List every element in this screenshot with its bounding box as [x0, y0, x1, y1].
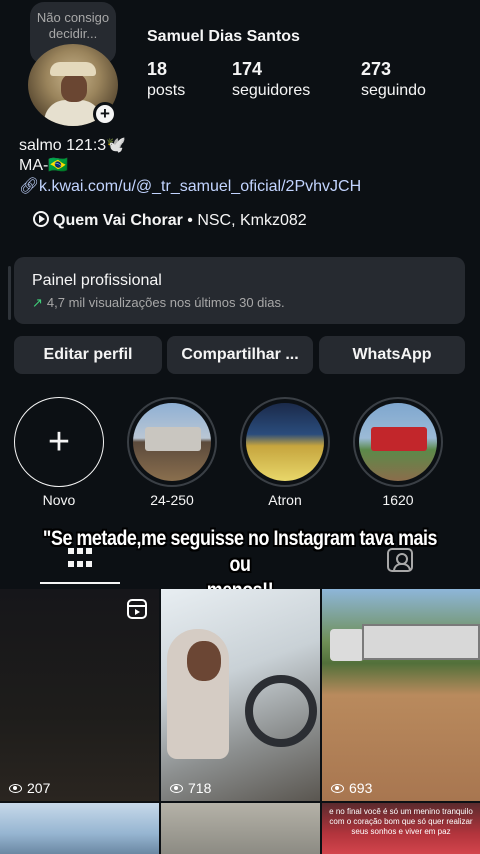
link-icon: 🔗︎ — [19, 178, 40, 195]
add-story-icon[interactable]: + — [93, 102, 117, 126]
caption-line-1: "Se metade,me seguisse no Instagram tava… — [42, 527, 438, 576]
highlight-label: Atron — [268, 492, 302, 508]
followers-count: 174 — [232, 59, 263, 79]
panel-title: Painel profissional — [32, 272, 162, 289]
highlight-label: 24-250 — [150, 492, 194, 508]
eye-icon — [170, 783, 183, 793]
reels-icon — [127, 599, 147, 619]
bio-line-1: salmo 121:3🕊️ — [19, 137, 127, 154]
bio-link-row[interactable]: 🔗︎k.kwai.com/u/@_tr_samuel_oficial/2Pvhv… — [19, 177, 361, 197]
highlight-label: Novo — [42, 492, 76, 508]
bio-line-2: MA-🇧🇷 — [19, 157, 69, 174]
whatsapp-button[interactable]: WhatsApp — [319, 336, 465, 374]
eye-icon — [331, 783, 344, 793]
view-count: 207 — [9, 780, 50, 796]
steering-wheel — [245, 675, 317, 747]
following-label: seguindo — [361, 82, 426, 99]
bio-link[interactable]: k.kwai.com/u/@_tr_samuel_oficial/2PvhvJC… — [39, 178, 361, 195]
highlight-item[interactable]: Atron — [240, 397, 330, 508]
highlight-item[interactable]: 24-250 — [127, 397, 217, 508]
highlight-thumbnail — [133, 403, 211, 481]
post-thumbnail[interactable]: 718 — [161, 589, 320, 801]
view-count: 693 — [331, 780, 372, 796]
post-thumbnail[interactable]: 693 — [322, 589, 480, 801]
panel-edge — [8, 266, 11, 320]
post-thumbnail[interactable]: 207 — [0, 589, 159, 801]
plus-icon: + — [14, 397, 104, 487]
share-profile-button[interactable]: Compartilhar ... — [167, 336, 313, 374]
highlight-thumbnail — [246, 403, 324, 481]
highlight-new[interactable]: + Novo — [14, 397, 104, 508]
followers-stat[interactable]: 174 seguidores — [232, 58, 310, 102]
view-count: 718 — [170, 780, 211, 796]
posts-count: 18 — [147, 59, 168, 79]
posts-label: posts — [147, 82, 186, 99]
post-thumbnail[interactable] — [161, 803, 320, 854]
edit-profile-button[interactable]: Editar perfil — [14, 336, 162, 374]
trend-up-icon: ↗ — [32, 295, 43, 310]
note-text: Não consigo decidir... — [36, 10, 110, 41]
post-text: e no final você é só um menino tranquilo… — [329, 807, 473, 836]
following-stat[interactable]: 273 seguindo — [361, 58, 426, 102]
music-artists: • NSC, Kmkz082 — [182, 212, 307, 229]
music-title: Quem Vai Chorar — [53, 212, 183, 229]
play-icon — [33, 211, 49, 227]
posts-stat[interactable]: 18 posts — [147, 58, 185, 102]
following-count: 273 — [361, 59, 392, 79]
highlight-item[interactable]: 1620 — [353, 397, 443, 508]
eye-icon — [9, 783, 22, 793]
post-thumbnail[interactable]: e no final você é só um menino tranquilo… — [322, 803, 480, 854]
followers-label: seguidores — [232, 82, 311, 99]
profile-name: Samuel Dias Santos — [147, 28, 300, 45]
highlight-label: 1620 — [382, 492, 414, 508]
professional-dashboard[interactable]: Painel profissional ↗ 4,7 mil visualizaçõ… — [14, 257, 465, 324]
post-thumbnail[interactable] — [0, 803, 159, 854]
panel-subtitle: 4,7 mil visualizações nos últimos 30 dia… — [46, 295, 285, 310]
profile-music[interactable]: Quem Vai Chorar • NSC, Kmkz082 — [33, 211, 307, 230]
highlight-thumbnail — [359, 403, 437, 481]
